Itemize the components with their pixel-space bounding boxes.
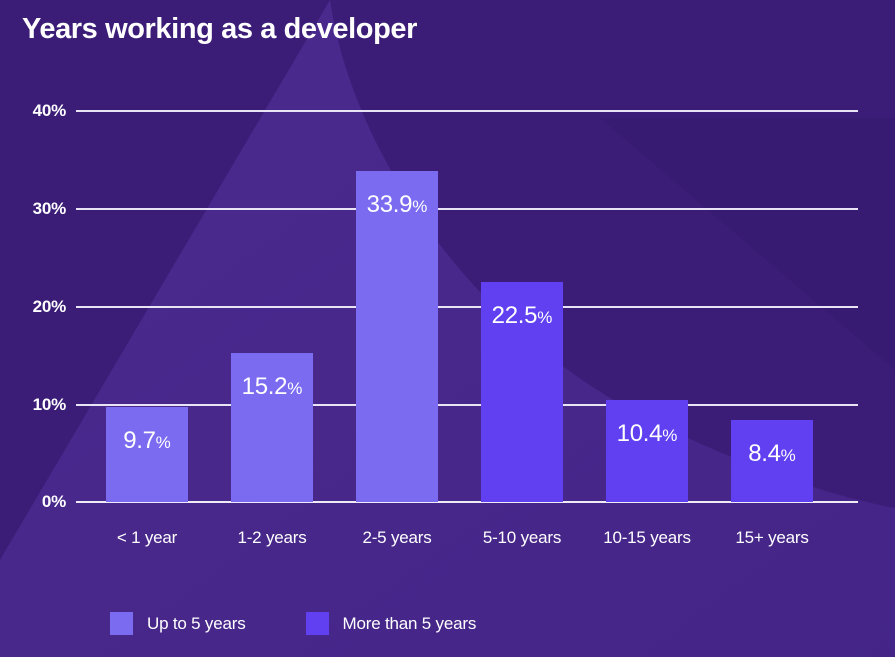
legend-item-more-than-5-years[interactable]: More than 5 years [305, 612, 477, 635]
legend-label: Up to 5 years [147, 613, 246, 633]
bar-value-label: 8.4% [731, 442, 813, 466]
gridline-30 [76, 208, 858, 210]
y-axis-tick-30: 30% [32, 199, 67, 218]
x-axis-tick-5-10-years: 5-10 years [482, 528, 562, 547]
bar-2-5-years[interactable]: 33.9% [356, 171, 438, 502]
bar-value-percent: % [780, 446, 796, 465]
bar-value-number: 10.4 [616, 420, 663, 447]
bar-value-number: 15.2 [241, 373, 288, 400]
plot-area: 40% 30% 20% 10% 0% 9.7% 15.2% 33.9% 22.5… [0, 0, 895, 657]
bar-value-percent: % [537, 308, 553, 327]
bar-value-number: 33.9 [366, 191, 413, 218]
legend-swatch-icon [110, 612, 133, 635]
x-axis-tick-2-5-years: 2-5 years [362, 528, 432, 547]
y-axis-tick-10: 10% [32, 395, 67, 414]
bar-value-percent: % [155, 433, 171, 452]
bar-value-percent: % [412, 197, 428, 216]
gridline-20 [76, 306, 858, 308]
legend-label: More than 5 years [342, 613, 477, 633]
bar-value-number: 9.7 [123, 427, 156, 454]
x-axis-tick-1-2-years: 1-2 years [237, 528, 307, 547]
bar-value-label: 33.9% [356, 193, 438, 217]
bar-value-percent: % [287, 379, 303, 398]
bar-value-label: 15.2% [231, 375, 313, 399]
bar-5-10-years[interactable]: 22.5% [481, 282, 563, 502]
bar-value-label: 9.7% [106, 429, 188, 453]
bar-1-2-years[interactable]: 15.2% [231, 353, 313, 502]
chart-legend: Up to 5 years More than 5 years [110, 612, 476, 635]
y-axis-tick-0: 0% [41, 492, 66, 511]
bar-lt-1-year[interactable]: 9.7% [106, 407, 188, 502]
y-axis-tick-40: 40% [32, 101, 67, 120]
x-axis-tick-10-15-years: 10-15 years [603, 528, 691, 547]
legend-item-up-to-5-years[interactable]: Up to 5 years [110, 612, 246, 635]
bar-value-label: 22.5% [481, 304, 563, 328]
chart-container: 40% 30% 20% 10% 0% 9.7% 15.2% 33.9% 22.5… [0, 0, 895, 657]
bar-value-label: 10.4% [606, 422, 688, 446]
gridline-10 [76, 404, 858, 406]
gridline-40 [76, 110, 858, 112]
x-axis-tick-15-plus-years: 15+ years [735, 528, 809, 547]
bar-value-number: 22.5 [491, 302, 538, 329]
bar-15-plus-years[interactable]: 8.4% [731, 420, 813, 502]
bar-value-percent: % [662, 426, 678, 445]
chart-title: Years working as a developer [22, 13, 417, 45]
x-axis-tick-lt-1-year: < 1 year [116, 528, 178, 547]
legend-swatch-icon [305, 612, 329, 635]
bar-value-number: 8.4 [748, 440, 781, 467]
bar-10-15-years[interactable]: 10.4% [606, 400, 688, 502]
y-axis-tick-20: 20% [32, 297, 67, 316]
